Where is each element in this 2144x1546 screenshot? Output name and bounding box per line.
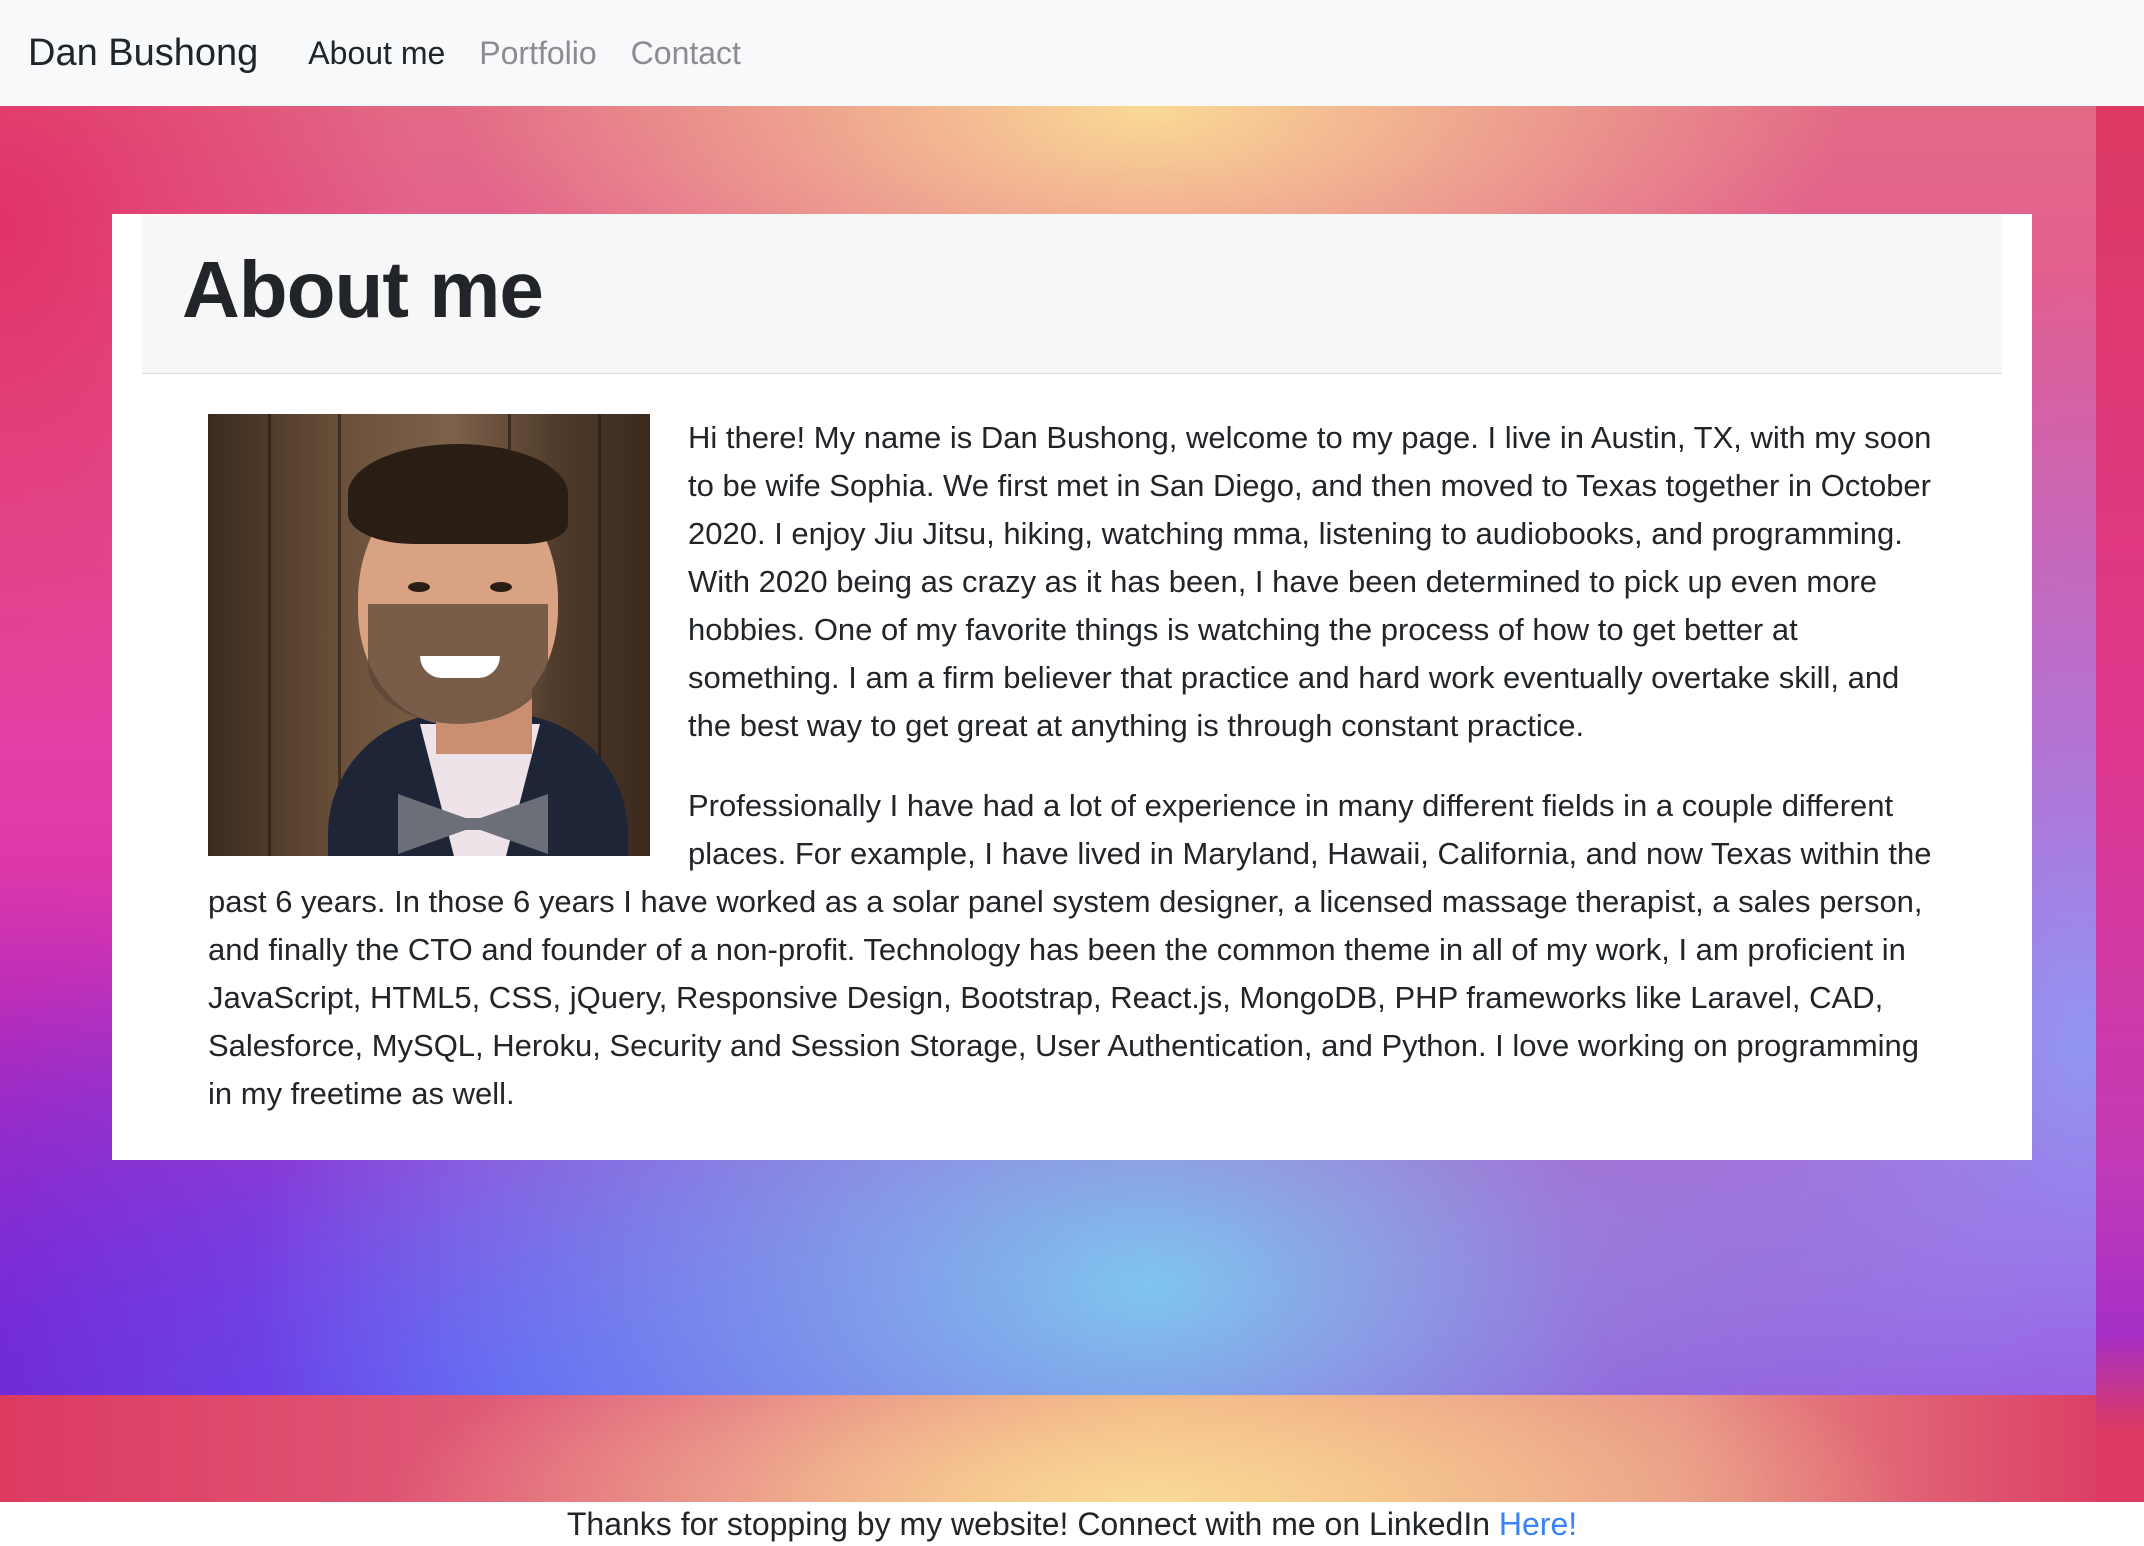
gradient-background-lower	[0, 1395, 2096, 1502]
photo-eye	[490, 582, 512, 592]
photo-eye	[408, 582, 430, 592]
profile-photo	[208, 414, 650, 856]
card-header: About me	[142, 214, 2002, 374]
navbar: Dan Bushong About me Portfolio Contact	[0, 0, 2144, 106]
about-card: About me Hi there! My name is Dan Bushon…	[112, 214, 2032, 1160]
nav-link-about-me[interactable]: About me	[308, 35, 445, 72]
photo-wood-plank	[268, 414, 271, 856]
card-body: Hi there! My name is Dan Bushong, welcom…	[208, 414, 1948, 1150]
page-title: About me	[182, 245, 544, 334]
brand-link[interactable]: Dan Bushong	[28, 32, 258, 75]
photo-smile	[420, 656, 500, 678]
footer: Thanks for stopping by my website! Conne…	[0, 1502, 2144, 1546]
nav-link-contact[interactable]: Contact	[631, 35, 741, 72]
photo-hair	[348, 444, 568, 544]
footer-text: Thanks for stopping by my website! Conne…	[566, 1506, 1499, 1542]
linkedin-link[interactable]: Here!	[1499, 1506, 1577, 1542]
gradient-background-right-strip	[2096, 106, 2144, 1502]
nav-link-portfolio[interactable]: Portfolio	[479, 35, 596, 72]
